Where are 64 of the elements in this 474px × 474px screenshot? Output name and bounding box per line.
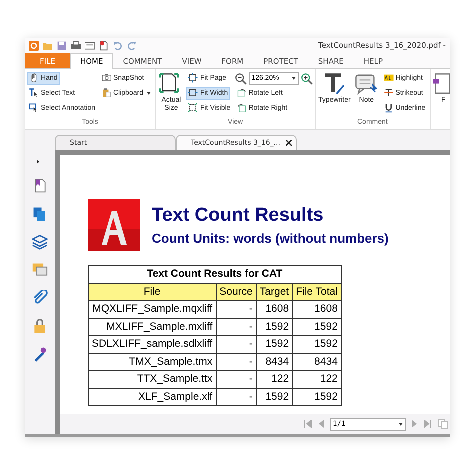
table-cell: MQXLIFF_Sample.mqxliff [88,300,216,318]
table-cell: XLF_Sample.xlf [88,388,216,406]
fit-width-icon [188,88,200,99]
table-cell: TMX_Sample.tmx [88,353,216,370]
table-cell: 1592 [292,388,342,406]
table-cell: - [216,370,256,388]
table-cell: - [216,318,256,336]
text-cursor-icon [29,88,40,99]
table-cell: TTX_Sample.ttx [88,370,216,388]
caret-icon [147,92,152,95]
table-cell: 1592 [256,388,293,406]
table-cell: 122 [292,370,342,388]
table-cell: - [216,300,256,318]
document-heading: Text Count Results [152,204,325,226]
zoom-in-icon[interactable] [300,72,313,84]
note-icon [354,73,379,97]
comments-icon[interactable] [32,262,48,278]
table-cell: 8434 [256,353,293,370]
typewriter-icon [322,73,347,97]
camera-icon [102,73,112,84]
table-cell: MXLIFF_Sample.mxliff [88,318,216,336]
pages-icon[interactable] [32,206,48,222]
lock-icon[interactable] [32,318,48,334]
annotation-select-icon [29,103,40,114]
strikeout-icon [384,88,395,99]
document-subheading: Count Units: words (without numbers) [152,230,389,246]
table-cell: - [216,388,256,406]
app-logo-icon[interactable] [29,40,39,50]
table-cell: 1592 [292,336,342,353]
table-cell: 1608 [256,300,293,318]
rotate-right-icon [236,103,248,114]
underline-icon [384,103,395,114]
table-cell: 8434 [292,353,342,370]
fit-visible-icon [188,103,200,114]
column-header: File [88,283,216,300]
logo-icon [88,199,140,251]
rotate-left-icon [236,88,248,99]
column-header: Source [216,283,256,300]
table-cell: 1592 [256,336,293,353]
clipboard-icon [102,88,112,99]
new-document-icon[interactable] [99,40,109,50]
layers-icon[interactable] [32,234,48,250]
signature-icon[interactable] [32,346,48,362]
bookmark-icon[interactable] [32,178,48,194]
scan-icon[interactable] [85,40,95,50]
save-icon[interactable] [57,40,67,50]
column-header: File Total [292,283,342,300]
table-cell: 1592 [292,318,342,336]
column-header: Target [256,283,293,300]
table-cell: - [216,336,256,353]
fit-page-icon [188,73,200,84]
table-cell: 122 [256,370,293,388]
table-cell: SDLXLIFF_sample.sdlxliff [88,336,216,353]
print-icon[interactable] [71,40,81,50]
close-icon[interactable] [286,140,292,146]
table-cell: 1592 [256,318,293,336]
undo-icon[interactable] [113,40,123,50]
highlight-icon [384,73,395,84]
zoom-out-icon[interactable] [234,72,247,84]
redo-icon[interactable] [127,40,137,50]
table-cell: - [216,353,256,370]
table-cell: 1608 [292,300,342,318]
attachment-icon[interactable] [32,290,48,306]
table-title: Text Count Results for CAT [88,266,342,283]
